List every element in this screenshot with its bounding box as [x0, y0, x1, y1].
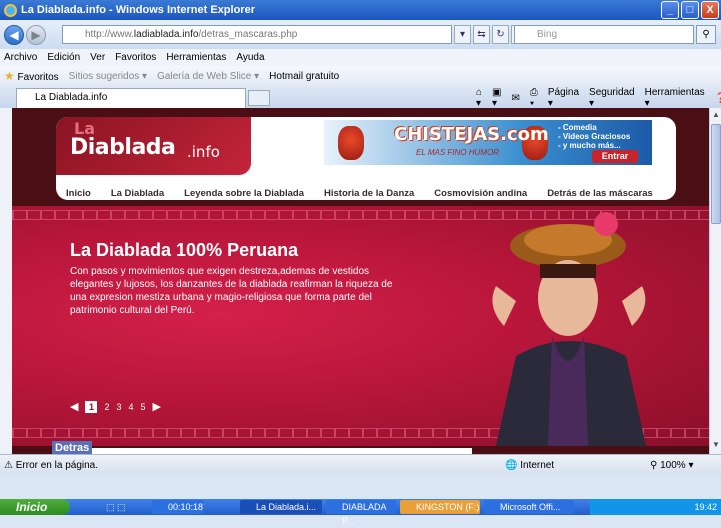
tools-menu[interactable]: Herramientas ▾ — [645, 87, 705, 109]
hero-text: Con pasos y movimientos que exigen destr… — [70, 266, 393, 316]
dancer-photo — [492, 212, 646, 446]
security-menu[interactable]: Seguridad ▾ — [589, 87, 635, 109]
back-button[interactable]: ◀ — [4, 24, 24, 45]
hotmail-link[interactable]: Hotmail gratuito — [269, 71, 339, 82]
nav-historia[interactable]: Historia de la Danza — [314, 188, 424, 199]
nav-leyenda[interactable]: Leyenda sobre la Diablada — [174, 188, 314, 199]
page-2[interactable]: 2 — [104, 402, 109, 412]
nav-la-diablada[interactable]: La Diablada — [101, 188, 174, 199]
ie-icon — [4, 3, 17, 17]
suggested-sites-link[interactable]: Sitios sugeridos ▾ — [69, 71, 147, 82]
nav-inicio[interactable]: Inicio — [56, 188, 101, 199]
taskbar-item-browser[interactable]: La Diablada.i... — [240, 500, 322, 514]
nav-cosmovision[interactable]: Cosmovisión andina — [424, 188, 537, 199]
menu-tools[interactable]: Herramientas — [166, 52, 226, 63]
site-nav: Inicio La Diablada Leyenda sobre la Diab… — [56, 182, 676, 204]
zoom-control[interactable]: ⚲ 100% ▾ — [650, 460, 694, 471]
nav-detras-mascaras[interactable]: Detrás de las máscaras — [537, 188, 663, 199]
feeds-icon[interactable]: ▣ ▾ — [492, 87, 501, 109]
new-tab-button[interactable] — [248, 90, 270, 106]
next-arrow-icon[interactable]: ▶ — [153, 400, 161, 413]
timer-item[interactable]: 00:10:18 — [152, 500, 204, 514]
address-input[interactable]: http://www.ladiablada.info/detras_mascar… — [62, 25, 452, 44]
window-titlebar: La Diablada.info - Windows Internet Expl… — [0, 0, 721, 20]
site-logo[interactable]: La Diablada .info — [56, 117, 251, 175]
tab-bar: La Diablada.info ⌂ ▾ ▣ ▾ ✉ ⎙ ▾ Página ▾ … — [0, 86, 721, 109]
error-status[interactable]: ⚠ Error en la página. — [4, 460, 98, 471]
page-menu[interactable]: Página ▾ — [548, 87, 579, 109]
hero-title: La Diablada 100% Peruana — [70, 240, 299, 260]
security-zone: 🌐 Internet — [505, 459, 555, 471]
menu-bar: Archivo Edición Ver Favoritos Herramient… — [0, 49, 721, 66]
menu-view[interactable]: Ver — [90, 52, 105, 63]
devil-mascot-icon — [338, 126, 364, 160]
page-4[interactable]: 4 — [129, 402, 134, 412]
mail-icon[interactable]: ✉ — [512, 93, 520, 104]
ad-banner[interactable]: CHISTEJAS.com EL MAS FINO HUMOR - Comedi… — [324, 120, 652, 165]
dropdown-button[interactable]: ▾ — [454, 25, 471, 44]
slider-pager: ◀ 1 2 3 4 5 ▶ — [70, 400, 161, 413]
favorites-button[interactable]: ★ Favoritos — [4, 69, 59, 83]
scroll-thumb[interactable] — [711, 124, 721, 224]
help-icon[interactable]: ❓▾ — [715, 93, 721, 104]
page-left-margin — [0, 108, 12, 454]
page-viewport[interactable]: La Diablada .info CHISTEJAS.com EL MAS F… — [12, 108, 709, 454]
taskbar-item-word[interactable]: DIABLADA P... — [326, 500, 396, 526]
taskbar-strip: Inicio ⬚ ⬚ 00:10:18 La Diablada.i... DIA… — [0, 499, 721, 526]
page-current[interactable]: 1 — [85, 400, 98, 413]
vertical-scrollbar[interactable]: ▲ ▼ — [709, 108, 721, 454]
web-slice-gallery-link[interactable]: Galería de Web Slice ▾ — [157, 71, 259, 82]
window-title: La Diablada.info - Windows Internet Expl… — [21, 4, 255, 16]
section-tag: Detras — [52, 441, 93, 454]
system-tray: 19:42 — [590, 499, 721, 515]
forward-button[interactable]: ▶ — [26, 24, 46, 45]
refresh-button[interactable]: ↻ — [492, 25, 509, 44]
home-icon[interactable]: ⌂ ▾ — [476, 87, 482, 109]
status-bar: ⚠ Error en la página. 🌐 Internet ⚲ 100% … — [0, 454, 721, 475]
scroll-down-icon[interactable]: ▼ — [711, 440, 721, 452]
tray-clock[interactable]: 19:42 — [694, 502, 717, 512]
star-icon: ★ — [4, 69, 15, 83]
maximize-button[interactable]: □ — [681, 1, 699, 19]
close-button[interactable]: X — [701, 1, 719, 19]
minimize-button[interactable]: _ — [661, 1, 679, 19]
start-button[interactable]: Inicio — [0, 499, 70, 515]
favorites-bar: ★ Favoritos Sitios sugeridos ▾ Galería d… — [0, 66, 721, 86]
taskbar-item-office[interactable]: Microsoft Offi... — [484, 500, 574, 514]
menu-file[interactable]: Archivo — [4, 52, 37, 63]
page-3[interactable]: 3 — [116, 402, 121, 412]
taskbar-item-drive[interactable]: KINGSTON (F:) — [400, 500, 480, 514]
tab-la-diablada[interactable]: La Diablada.info — [16, 88, 246, 108]
page-5[interactable]: 5 — [141, 402, 146, 412]
scroll-up-icon[interactable]: ▲ — [711, 110, 721, 122]
search-input[interactable]: Bing — [514, 25, 694, 44]
print-icon[interactable]: ⎙ ▾ — [530, 87, 538, 109]
search-icon[interactable]: ⚲ — [696, 25, 716, 44]
banner-enter-button[interactable]: Entrar — [592, 150, 638, 163]
compat-view-button[interactable]: ⇆ — [473, 25, 490, 44]
quicklaunch-icons[interactable]: ⬚ ⬚ — [90, 500, 126, 514]
menu-help[interactable]: Ayuda — [236, 52, 264, 63]
address-toolbar: ◀ ▶ http://www.ladiablada.info/detras_ma… — [0, 20, 721, 49]
hero-slider: La Diablada 100% Peruana Con pasos y mov… — [12, 206, 709, 446]
prev-arrow-icon[interactable]: ◀ — [70, 400, 78, 413]
menu-favorites[interactable]: Favoritos — [115, 52, 156, 63]
menu-edit[interactable]: Edición — [47, 52, 80, 63]
